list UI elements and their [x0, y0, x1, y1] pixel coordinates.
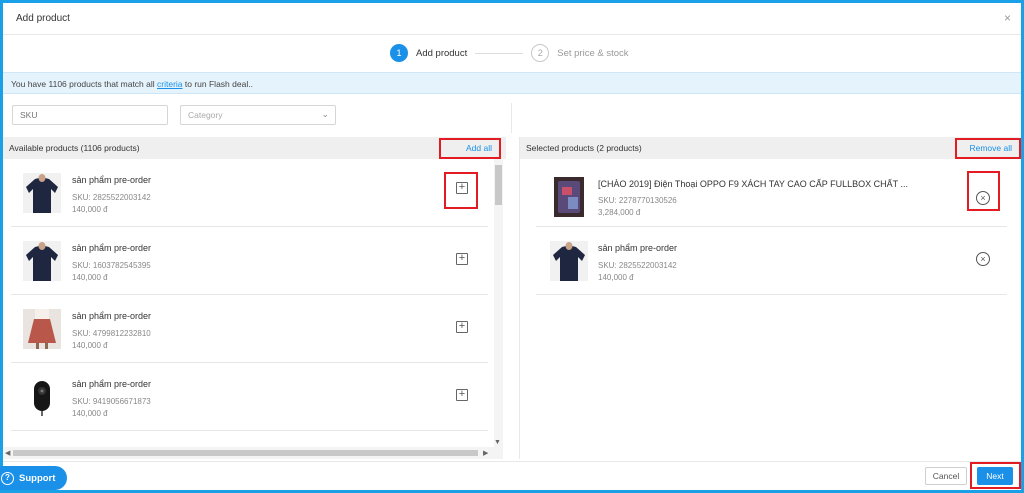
scroll-right-icon[interactable]: ▶ — [483, 449, 488, 457]
cancel-button[interactable]: Cancel — [925, 467, 967, 485]
scrollbar-thumb[interactable] — [13, 450, 478, 456]
product-name: sản phẩm pre-order — [72, 175, 152, 185]
scroll-down-icon[interactable]: ▼ — [494, 439, 501, 446]
product-price: 140,000 đ — [72, 205, 108, 214]
list-item: sản phẩm pre-order SKU: 2825522003142 14… — [536, 227, 1007, 295]
highlight-box — [955, 138, 1021, 159]
selected-products-title: Selected products (2 products) — [526, 143, 642, 153]
support-button[interactable]: ? Support — [0, 466, 67, 490]
horizontal-scrollbar[interactable]: ◀ ▶ ▼ — [3, 439, 503, 459]
highlight-box — [439, 138, 501, 159]
product-sku: SKU: 1603782545395 — [72, 261, 151, 270]
criteria-link[interactable]: criteria — [157, 79, 183, 89]
selected-products-list[interactable]: [CHÀO 2019] Điện Thoại OPPO F9 XÁCH TAY … — [520, 159, 1021, 459]
close-icon[interactable]: × — [1004, 11, 1011, 25]
product-sku: SKU: 4799812232810 — [72, 329, 151, 338]
product-name: [CHÀO 2019] Điện Thoại OPPO F9 XÁCH TAY … — [598, 179, 908, 189]
highlight-box — [970, 462, 1021, 489]
remove-product-button[interactable]: × — [976, 252, 990, 266]
available-products-title: Available products (1106 products) — [9, 143, 140, 153]
product-name: sản phẩm pre-order — [598, 243, 678, 253]
add-product-button[interactable]: + — [456, 321, 468, 333]
list-item: sản phẩm pre-order SKU: 9419056671873 14… — [11, 363, 488, 431]
product-sku: SKU: 2278770130526 — [598, 196, 677, 205]
help-icon: ? — [1, 471, 14, 485]
sweater-thumbnail — [23, 241, 61, 281]
sku-input[interactable] — [12, 105, 168, 125]
list-item: sản phẩm pre-order SKU: 2825522003142 14… — [11, 159, 488, 227]
vertical-scrollbar[interactable] — [494, 159, 503, 459]
remote-thumbnail — [23, 377, 61, 417]
modal-footer — [3, 461, 1021, 490]
info-banner: You have 1106 products that match all cr… — [3, 72, 1021, 94]
product-price: 3,284,000 đ — [598, 208, 641, 217]
category-placeholder: Category — [188, 110, 223, 120]
stepper: 1 Add product 2 Set price & stock — [390, 42, 629, 64]
available-products-header: Available products (1106 products) Add a… — [3, 137, 506, 159]
available-products-list[interactable]: sản phẩm pre-order SKU: 2825522003142 14… — [3, 159, 506, 459]
chevron-down-icon: ⌄ — [321, 109, 329, 119]
product-sku: SKU: 2825522003142 — [72, 193, 151, 202]
product-price: 140,000 đ — [72, 273, 108, 282]
list-item: sản phẩm pre-order SKU: 4799812232810 14… — [11, 295, 488, 363]
product-price: 140,000 đ — [72, 341, 108, 350]
step-1-label: Add product — [416, 47, 468, 59]
banner-text-end: to run Flash deal.. — [182, 79, 253, 89]
scroll-left-icon[interactable]: ◀ — [5, 449, 10, 457]
column-divider — [511, 103, 512, 133]
filter-bar: Category ⌄ — [12, 105, 336, 125]
add-product-button[interactable]: + — [456, 253, 468, 265]
modal-title: Add product — [16, 13, 70, 24]
product-price: 140,000 đ — [72, 409, 108, 418]
step-2-label: Set price & stock — [557, 47, 629, 59]
add-product-button[interactable]: + — [456, 389, 468, 401]
step-1-indicator: 1 — [390, 44, 408, 62]
list-item: sản phẩm pre-order SKU: 1603782545395 14… — [11, 227, 488, 295]
product-name: sản phẩm pre-order — [72, 379, 152, 389]
sweater-thumbnail — [550, 241, 588, 281]
product-name: sản phẩm pre-order — [72, 311, 152, 321]
product-sku: SKU: 2825522003142 — [598, 261, 677, 270]
available-products-panel: Available products (1106 products) Add a… — [3, 137, 506, 459]
modal-header: Add product × — [3, 3, 1021, 35]
product-price: 140,000 đ — [598, 273, 634, 282]
selected-products-header: Selected products (2 products) Remove al… — [520, 137, 1021, 159]
scrollbar-thumb[interactable] — [495, 165, 502, 205]
banner-text: You have 1106 products that match all — [11, 79, 158, 89]
step-2-indicator: 2 — [531, 44, 550, 62]
support-label: Support — [19, 472, 56, 484]
highlight-box — [444, 172, 478, 209]
category-select[interactable]: Category ⌄ — [180, 105, 336, 125]
highlight-box — [967, 171, 1000, 211]
product-name: sản phẩm pre-order — [72, 243, 152, 253]
selected-products-panel: Selected products (2 products) Remove al… — [519, 137, 1021, 459]
phone-thumbnail — [554, 177, 584, 217]
sweater-thumbnail — [23, 173, 61, 213]
skirt-thumbnail — [23, 309, 61, 349]
list-item: [CHÀO 2019] Điện Thoại OPPO F9 XÁCH TAY … — [536, 159, 1007, 227]
step-connector — [475, 52, 524, 54]
product-sku: SKU: 9419056671873 — [72, 397, 151, 406]
